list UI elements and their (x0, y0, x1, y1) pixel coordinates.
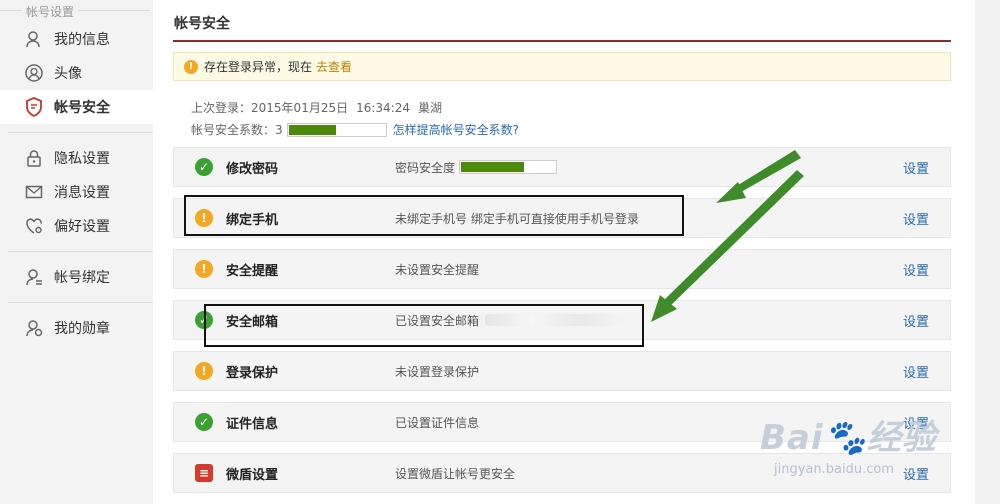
arrow-to-phone (716, 150, 801, 203)
watermark-url: jingyan.baidu.com (774, 462, 894, 477)
watermark-brand2: 经验 (866, 418, 937, 458)
watermark-brand: Bai (760, 418, 824, 458)
watermark-logo: Bai🐾经验 (760, 418, 937, 458)
